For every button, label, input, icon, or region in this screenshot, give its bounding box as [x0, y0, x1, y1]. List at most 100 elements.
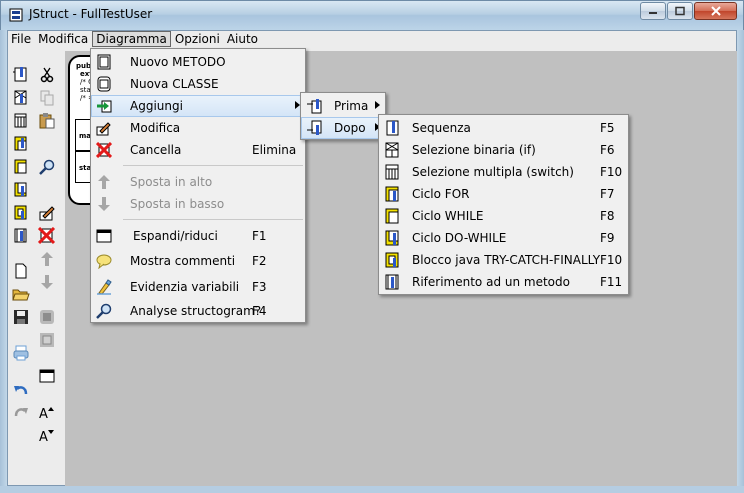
- menu-item-nuovo-metodo[interactable]: Nuovo METODO: [91, 51, 305, 73]
- add-switch-icon[interactable]: [12, 112, 30, 130]
- cut-scissors-icon[interactable]: [38, 66, 56, 84]
- menu-item-mostra-commenti[interactable]: Mostra commenti F2: [91, 250, 305, 272]
- maximize-button[interactable]: [667, 2, 693, 20]
- dopo-submenu: Sequenza F5 Selezione binaria (if) F6 Se…: [378, 114, 629, 295]
- menu-item-ciclo-while[interactable]: Ciclo WHILE F8: [379, 205, 628, 227]
- add-try-catch-icon[interactable]: [12, 204, 30, 222]
- shortcut-label: F8: [600, 209, 615, 223]
- menu-item-sposta-in-alto[interactable]: Sposta in alto: [91, 171, 305, 193]
- comment-bubble-icon: [96, 253, 112, 269]
- app-icon: [9, 8, 23, 22]
- edit-icon: [96, 120, 112, 136]
- svg-text:A: A: [39, 430, 48, 444]
- svg-text:A: A: [39, 407, 48, 421]
- add-sequence-icon[interactable]: [12, 66, 30, 84]
- menu-item-modifica[interactable]: Modifica: [91, 117, 305, 139]
- delete-icon[interactable]: [38, 227, 56, 245]
- add-icon: [96, 98, 112, 114]
- menu-modifica[interactable]: Modifica: [35, 31, 91, 47]
- aggiungi-submenu: Prima Dopo: [300, 92, 386, 140]
- switch-icon: [384, 164, 400, 180]
- move-down-icon[interactable]: [38, 273, 56, 291]
- menu-item-selezione-multipla[interactable]: Selezione multipla (switch) F10: [379, 161, 628, 183]
- menu-separator: [123, 165, 303, 166]
- window-frame-left: [0, 30, 7, 493]
- menu-item-espandi-riduci[interactable]: Espandi/riduci F1: [91, 225, 305, 247]
- new-file-icon[interactable]: [12, 262, 30, 280]
- menu-item-sequenza[interactable]: Sequenza F5: [379, 117, 628, 139]
- close-button[interactable]: [694, 2, 737, 20]
- if-icon: [384, 142, 400, 158]
- menu-opzioni[interactable]: Opzioni: [172, 31, 223, 47]
- insert-before-icon: [306, 98, 322, 114]
- highlight-variables-icon: [96, 279, 112, 295]
- menu-item-evidenzia-variabili[interactable]: Evidenzia variabili F3: [91, 276, 305, 298]
- move-up-icon[interactable]: [38, 250, 56, 268]
- shortcut-label: F4: [252, 304, 267, 318]
- shortcut-label: F1: [252, 229, 267, 243]
- redo-icon[interactable]: [12, 403, 30, 421]
- window-frame-right: [737, 30, 744, 493]
- font-increase-icon[interactable]: A: [38, 403, 56, 421]
- for-loop-icon: [384, 186, 400, 202]
- shortcut-label: F10: [600, 165, 623, 179]
- minimize-button[interactable]: [640, 2, 666, 20]
- submenu-arrow-icon: [375, 101, 380, 109]
- frame-icon[interactable]: [38, 331, 56, 349]
- menu-diagramma[interactable]: Diagramma: [92, 31, 171, 47]
- menu-file[interactable]: File: [8, 31, 34, 47]
- window-title: JStruct - FullTestUser: [29, 7, 153, 21]
- diagramma-menu: Nuovo METODO Nuova CLASSE Aggiungi Modif…: [90, 48, 306, 323]
- shortcut-label: F7: [600, 187, 615, 201]
- menu-item-ciclo-do-while[interactable]: Ciclo DO-WHILE F9: [379, 227, 628, 249]
- menu-item-dopo[interactable]: Dopo: [301, 117, 385, 139]
- menu-item-nuova-classe[interactable]: Nuova CLASSE: [91, 73, 305, 95]
- menu-item-aggiungi[interactable]: Aggiungi: [91, 95, 305, 117]
- save-disk-icon[interactable]: [12, 308, 30, 326]
- shortcut-label: F2: [252, 254, 267, 268]
- while-loop-icon: [384, 208, 400, 224]
- menu-separator: [123, 219, 303, 220]
- shortcut-label: F10: [600, 253, 623, 267]
- window-frame-bottom: [0, 486, 744, 493]
- menu-item-ciclo-for[interactable]: Ciclo FOR F7: [379, 183, 628, 205]
- add-while-icon[interactable]: [12, 158, 30, 176]
- menu-item-selezione-binaria[interactable]: Selezione binaria (if) F6: [379, 139, 628, 161]
- menu-item-analyse-structogram[interactable]: Analyse structogram? F4: [91, 300, 305, 322]
- insert-after-icon: [306, 120, 322, 136]
- stop-icon[interactable]: [38, 308, 56, 326]
- new-method-icon: [96, 54, 112, 70]
- window-view-icon[interactable]: [38, 367, 56, 385]
- analyse-magnifier-icon: [96, 303, 112, 319]
- method-reference-icon: [384, 274, 400, 290]
- edit-pencil-icon[interactable]: [38, 204, 56, 222]
- shortcut-label: Elimina: [252, 143, 297, 157]
- menu-item-sposta-in-basso[interactable]: Sposta in basso: [91, 193, 305, 215]
- menu-item-cancella[interactable]: Cancella Elimina: [91, 139, 305, 161]
- shortcut-label: F9: [600, 231, 615, 245]
- menu-item-prima[interactable]: Prima: [301, 95, 385, 117]
- print-icon[interactable]: [12, 344, 30, 362]
- add-do-while-icon[interactable]: [12, 181, 30, 199]
- add-if-icon[interactable]: [12, 89, 30, 107]
- add-method-reference-icon[interactable]: [12, 227, 30, 245]
- shortcut-label: F5: [600, 121, 615, 135]
- copy-icon[interactable]: [38, 89, 56, 107]
- menu-item-try-catch-finally[interactable]: Blocco java TRY-CATCH-FINALLY F10: [379, 249, 628, 271]
- add-for-icon[interactable]: [12, 135, 30, 153]
- sequence-icon: [384, 120, 400, 136]
- shortcut-label: F11: [600, 275, 623, 289]
- move-down-icon: [96, 196, 112, 212]
- left-toolbar: A A: [9, 61, 61, 456]
- undo-icon[interactable]: [12, 381, 30, 399]
- search-magnifier-icon[interactable]: [38, 158, 56, 176]
- title-bar[interactable]: JStruct - FullTestUser: [0, 0, 744, 30]
- open-folder-icon[interactable]: [12, 285, 30, 303]
- font-decrease-icon[interactable]: A: [38, 426, 56, 444]
- delete-icon: [96, 142, 112, 158]
- menu-aiuto[interactable]: Aiuto: [224, 31, 261, 47]
- move-up-icon: [96, 174, 112, 190]
- expand-collapse-icon: [96, 228, 112, 244]
- paste-icon[interactable]: [38, 112, 56, 130]
- menu-item-riferimento-metodo[interactable]: Riferimento ad un metodo F11: [379, 271, 628, 293]
